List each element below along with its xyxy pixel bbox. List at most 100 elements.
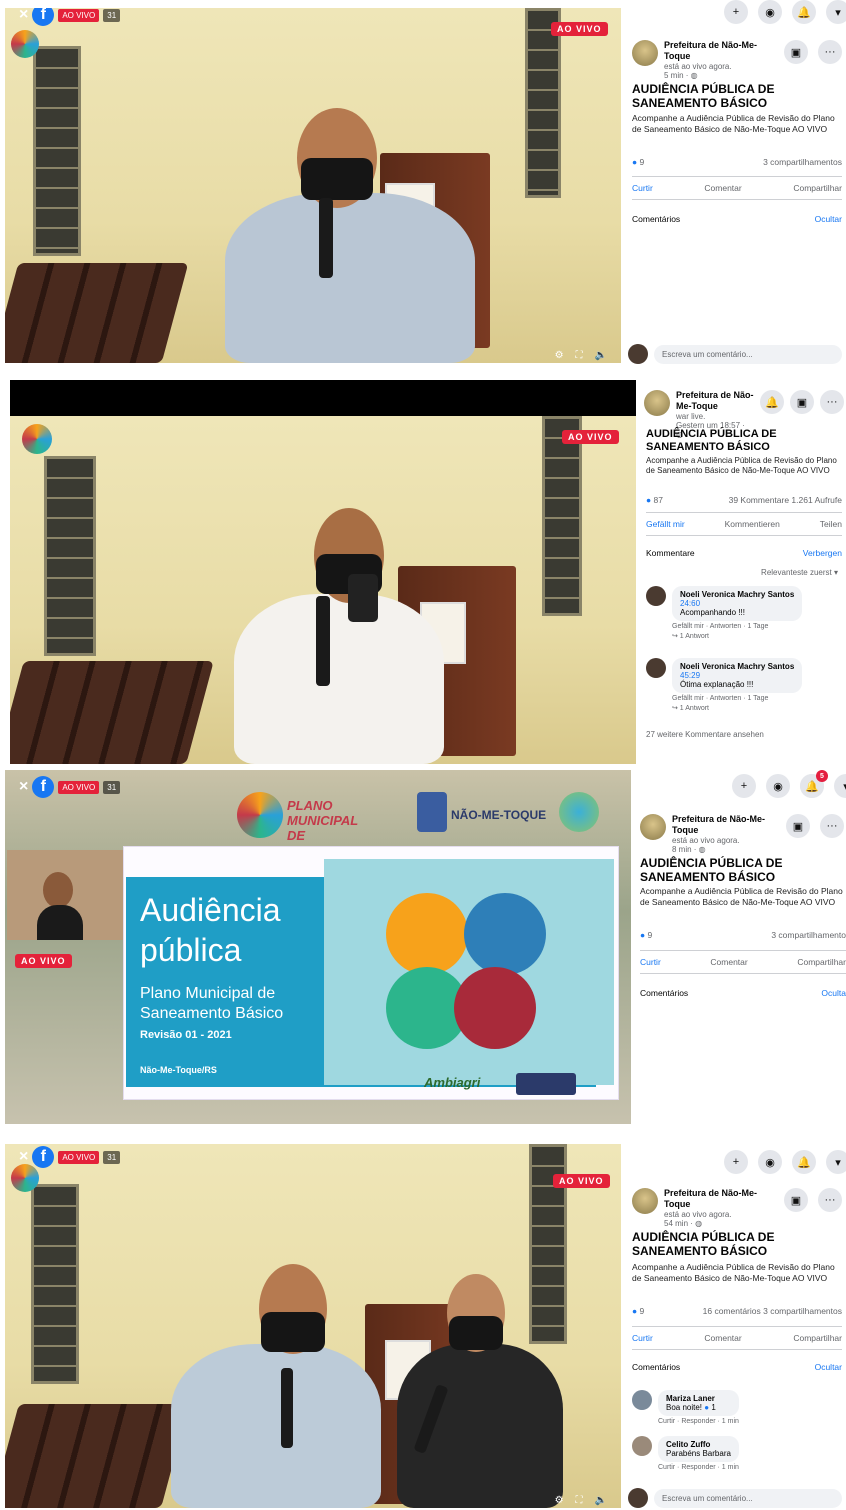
- like-button[interactable]: Curtir: [640, 957, 661, 967]
- notifications-icon[interactable]: 🔔 5: [800, 770, 828, 798]
- commenter-avatar[interactable]: [646, 658, 666, 678]
- facebook-logo-icon[interactable]: f: [32, 776, 55, 798]
- page-name[interactable]: Prefeitura de Não-Me-Toque: [664, 40, 774, 62]
- page-avatar[interactable]: [632, 40, 658, 66]
- account-menu-icon[interactable]: ▾: [826, 1150, 846, 1174]
- page-avatar[interactable]: [644, 390, 670, 416]
- messenger-icon[interactable]: ◉: [766, 774, 790, 798]
- comment-share-count[interactable]: 16 comentários 3 compartilhamentos: [703, 1306, 842, 1316]
- save-icon[interactable]: ▣: [786, 814, 810, 838]
- reaction-count[interactable]: ● 9: [632, 157, 644, 167]
- commenter-name[interactable]: Noeli Veronica Machry Santos: [680, 662, 794, 671]
- like-button[interactable]: Gefällt mir: [646, 519, 685, 529]
- like-button[interactable]: Curtir: [632, 183, 653, 193]
- page-avatar[interactable]: [632, 1188, 658, 1214]
- create-icon[interactable]: +: [724, 1150, 748, 1174]
- comment-input[interactable]: Escreva um comentário...: [654, 344, 842, 364]
- share-button[interactable]: Compartilhar: [793, 1333, 842, 1343]
- page-name[interactable]: Prefeitura de Não-Me-Toque: [676, 390, 754, 412]
- comment-actions[interactable]: Gefällt mir · Antworten · 1 Tage: [672, 695, 802, 702]
- share-button[interactable]: Compartilhar: [793, 183, 842, 193]
- comment-sort-dropdown[interactable]: Relevanteste zuerst ▾: [761, 568, 838, 577]
- page-name[interactable]: Prefeitura de Não-Me-Toque: [664, 1188, 774, 1210]
- comment-button[interactable]: Comentar: [704, 1333, 741, 1343]
- replies-link[interactable]: ↪ 1 Antwort: [672, 632, 802, 640]
- speaker-shirt: [171, 1344, 381, 1508]
- plan-logo-icon: [11, 30, 39, 58]
- ambiagri-logo: Ambiagri: [424, 1075, 481, 1090]
- facebook-logo-icon[interactable]: f: [32, 8, 55, 26]
- replies-link[interactable]: ↪ 1 Antwort: [672, 704, 802, 712]
- share-button[interactable]: Compartilhar: [797, 957, 846, 967]
- post-time[interactable]: 54 min · ◍: [664, 1219, 774, 1228]
- page-name[interactable]: Prefeitura de Não-Me-Toque: [672, 814, 780, 836]
- create-icon[interactable]: +: [724, 0, 748, 24]
- comment-input[interactable]: Escreva um comentário...: [654, 1488, 842, 1508]
- comment-actions[interactable]: Curtir · Responder · 1 min: [658, 1464, 739, 1471]
- live-video-player[interactable]: × f AO VIVO 31 AO VIVO ⚙ ⛶ 🔈: [5, 8, 621, 363]
- save-icon[interactable]: ▣: [784, 1188, 808, 1212]
- commenter-avatar[interactable]: [632, 1390, 652, 1410]
- commenter-name[interactable]: Mariza Laner: [666, 1394, 731, 1403]
- fullscreen-icon[interactable]: ⛶: [576, 1495, 583, 1506]
- share-button[interactable]: Teilen: [820, 519, 842, 529]
- share-count[interactable]: 3 compartilhamento: [771, 930, 846, 940]
- more-options-icon[interactable]: ···: [818, 1188, 842, 1212]
- hide-comments-link[interactable]: Verbergen: [803, 548, 842, 558]
- notifications-icon[interactable]: 🔔: [792, 0, 816, 24]
- post-description: Acompanhe a Audiência Pública de Revisão…: [646, 456, 837, 475]
- reaction-count[interactable]: ● 87: [646, 495, 663, 505]
- post-time[interactable]: 8 min · ◍: [672, 845, 780, 854]
- comment-timestamp-link[interactable]: 24:60: [680, 599, 794, 608]
- window: [31, 1184, 79, 1384]
- settings-icon[interactable]: ⚙: [555, 1495, 564, 1506]
- commenter-name[interactable]: Noeli Veronica Machry Santos: [680, 590, 794, 599]
- live-video-player[interactable]: × f AO VIVO 31 AO VIVO ⚙ ⛶ 🔈: [5, 1144, 621, 1508]
- comment-item: Celito Zuffo Parabéns Barbara Curtir · R…: [632, 1436, 832, 1471]
- fullscreen-icon[interactable]: ⛶: [576, 350, 583, 361]
- more-options-icon[interactable]: ···: [820, 390, 844, 414]
- comment-actions[interactable]: Gefällt mir · Antworten · 1 Tage: [672, 623, 802, 630]
- bell-icon[interactable]: 🔔: [760, 390, 784, 414]
- commenter-avatar[interactable]: [632, 1436, 652, 1456]
- live-video-player[interactable]: × f AO VIVO 31 PLANO MUNICIPAL DE SANEAM…: [5, 770, 631, 1124]
- close-icon[interactable]: ×: [19, 778, 28, 796]
- user-avatar: [628, 344, 648, 364]
- close-icon[interactable]: ×: [19, 8, 28, 24]
- post-time[interactable]: 5 min · ◍: [664, 71, 774, 80]
- messenger-icon[interactable]: ◉: [758, 0, 782, 24]
- more-options-icon[interactable]: ···: [820, 814, 844, 838]
- reaction-count[interactable]: ● 9: [632, 1306, 644, 1316]
- video-controls[interactable]: ⚙ ⛶ 🔈: [555, 1495, 607, 1506]
- create-icon[interactable]: +: [732, 774, 756, 798]
- page-avatar[interactable]: [640, 814, 666, 840]
- volume-icon[interactable]: 🔈: [595, 350, 607, 361]
- notifications-icon[interactable]: 🔔: [792, 1150, 816, 1174]
- save-icon[interactable]: ▣: [790, 390, 814, 414]
- settings-icon[interactable]: ⚙: [555, 350, 564, 361]
- comment-button[interactable]: Kommentieren: [725, 519, 780, 529]
- messenger-icon[interactable]: ◉: [758, 1150, 782, 1174]
- more-options-icon[interactable]: ···: [818, 40, 842, 64]
- account-menu-icon[interactable]: ▾: [826, 0, 846, 24]
- commenter-name[interactable]: Celito Zuffo: [666, 1440, 731, 1449]
- comment-actions[interactable]: Curtir · Responder · 1 min: [658, 1418, 739, 1425]
- comment-button[interactable]: Comentar: [710, 957, 747, 967]
- like-button[interactable]: Curtir: [632, 1333, 653, 1343]
- share-count[interactable]: 3 compartilhamentos: [763, 157, 842, 167]
- more-comments-link[interactable]: 27 weitere Kommentare ansehen: [646, 730, 764, 739]
- hide-comments-link[interactable]: Ocultar: [815, 1362, 842, 1372]
- comment-button[interactable]: Comentar: [704, 183, 741, 193]
- video-controls[interactable]: ⚙ ⛶ 🔈: [555, 350, 607, 361]
- hide-comments-link[interactable]: Ocultar: [815, 214, 842, 224]
- facebook-logo-icon[interactable]: f: [32, 1146, 55, 1168]
- volume-icon[interactable]: 🔈: [595, 1495, 607, 1506]
- live-video-player[interactable]: AO VIVO: [10, 416, 636, 764]
- reaction-count[interactable]: ● 9: [640, 930, 652, 940]
- commenter-avatar[interactable]: [646, 586, 666, 606]
- save-icon[interactable]: ▣: [784, 40, 808, 64]
- comment-timestamp-link[interactable]: 45:29: [680, 671, 794, 680]
- account-menu-icon[interactable]: ▾: [834, 774, 846, 798]
- comment-view-count[interactable]: 39 Kommentare 1.261 Aufrufe: [729, 495, 842, 505]
- hide-comments-link[interactable]: Oculta: [821, 988, 846, 998]
